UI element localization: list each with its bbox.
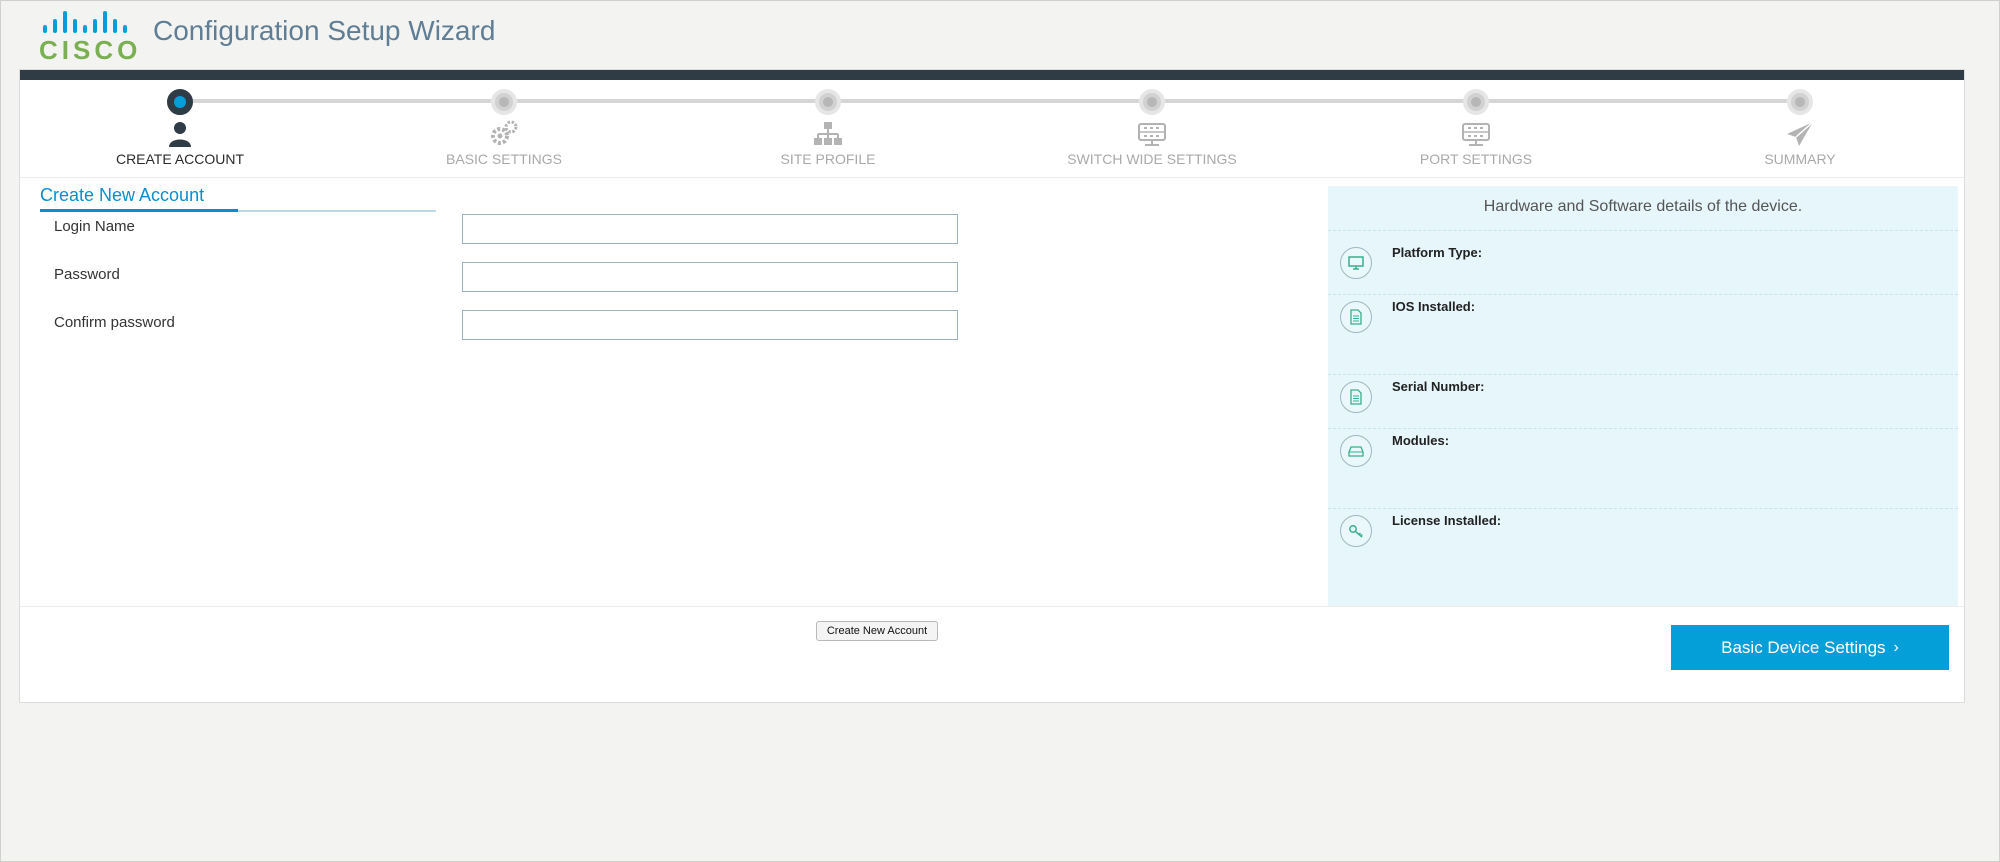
footer-divider: [20, 606, 1964, 607]
stepper-track: [180, 99, 1802, 103]
chevron-right-icon: ›: [1893, 638, 1899, 656]
modules-row: Modules:: [1328, 428, 1958, 508]
step-label: BASIC SETTINGS: [446, 151, 562, 167]
platform-type-row: Platform Type:: [1328, 230, 1958, 294]
cisco-logo-text: CISCO: [39, 35, 142, 65]
cisco-logo: CISCO: [39, 11, 137, 65]
step-label: PORT SETTINGS: [1419, 151, 1533, 167]
login-name-label: Login Name: [54, 218, 135, 235]
step-dot: [1463, 89, 1489, 115]
step-dot: [1787, 89, 1813, 115]
confirm-password-input[interactable]: [462, 310, 958, 340]
serial-number-label: Serial Number:: [1392, 379, 1485, 394]
switch-icon: [1138, 123, 1166, 146]
ios-installed-row: IOS Installed:: [1328, 294, 1958, 374]
paper-plane-icon: [1787, 121, 1814, 146]
cisco-logo-bars: [43, 11, 129, 33]
step-label: SITE PROFILE: [780, 151, 876, 167]
ios-installed-label: IOS Installed:: [1392, 299, 1476, 314]
confirm-password-label: Confirm password: [54, 314, 175, 331]
step-dot: [491, 89, 517, 115]
modules-label: Modules:: [1392, 433, 1450, 448]
document-icon: [1340, 381, 1372, 413]
card-top-bar: [20, 70, 1964, 80]
device-info-panel: Hardware and Software details of the dev…: [1328, 186, 1958, 606]
step-dot: [1139, 89, 1165, 115]
key-icon: [1340, 515, 1372, 547]
login-name-input[interactable]: [462, 214, 958, 244]
tab-underline-active: [40, 209, 238, 212]
gears-icon: [491, 120, 518, 145]
step-label: CREATE ACCOUNT: [115, 151, 245, 167]
step-label: SWITCH WIDE SETTINGS: [1067, 151, 1237, 167]
device-info-title: Hardware and Software details of the dev…: [1483, 198, 1803, 215]
serial-number-row: Serial Number:: [1328, 374, 1958, 428]
tab-create-new-account[interactable]: Create New Account: [40, 185, 204, 206]
next-button-label: Basic Device Settings: [1721, 637, 1886, 657]
drive-icon: [1340, 435, 1372, 467]
app-header: CISCO Configuration Setup Wizard: [1, 1, 2000, 69]
wizard-stepper: CREATE ACCOUNT BASIC SETTINGS SITE PROFI…: [20, 80, 1964, 178]
create-new-account-button[interactable]: Create New Account: [816, 621, 938, 641]
monitor-icon: [1340, 247, 1372, 279]
user-icon: [169, 122, 191, 147]
password-label: Password: [54, 266, 120, 283]
step-label: SUMMARY: [1764, 151, 1836, 167]
sitemap-icon: [814, 122, 842, 145]
step-dot: [167, 89, 193, 115]
password-input[interactable]: [462, 262, 958, 292]
switch-icon: [1462, 123, 1490, 146]
document-icon: [1340, 301, 1372, 333]
step-dot: [815, 89, 841, 115]
platform-type-label: Platform Type:: [1392, 245, 1483, 260]
app-title: Configuration Setup Wizard: [153, 15, 496, 46]
license-installed-label: License Installed:: [1392, 513, 1502, 528]
license-installed-row: License Installed:: [1328, 508, 1958, 606]
wizard-card: CREATE ACCOUNT BASIC SETTINGS SITE PROFI…: [19, 69, 1965, 703]
basic-device-settings-button[interactable]: Basic Device Settings ›: [1671, 625, 1949, 670]
